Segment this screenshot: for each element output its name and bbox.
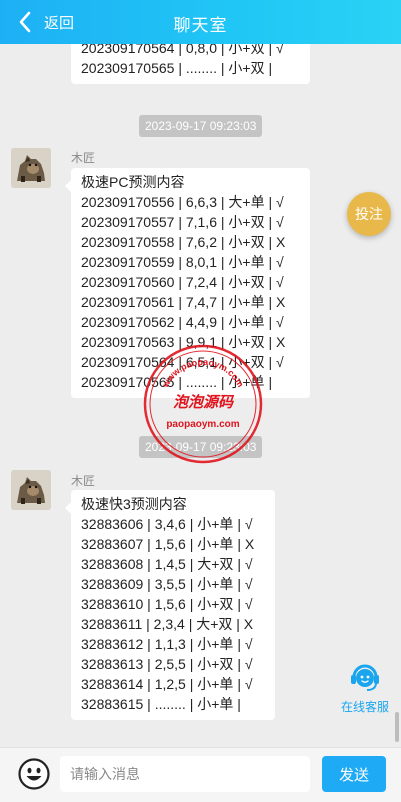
message-line: 32883608 | 1,4,5 | 大+双 | √ [81, 556, 253, 572]
dog-avatar-icon [11, 470, 51, 510]
message-line: 202309170565 | ........ | 小+双 | [81, 60, 273, 76]
dog-avatar-icon [11, 148, 51, 188]
message-line: 202309170561 | 7,4,7 | 小+单 | X [81, 294, 286, 310]
message-line: 202309170564 | 0,8,0 | 小+双 | √ [81, 44, 284, 56]
online-service-label: 在线客服 [340, 700, 389, 714]
message-timestamp: 2023-09-17 09:23:03 [139, 436, 263, 458]
send-button[interactable]: 发送 [322, 756, 386, 792]
message-line: 202309170559 | 8,0,1 | 小+单 | √ [81, 254, 284, 270]
message-input[interactable] [60, 756, 310, 792]
sender-name: 木匠 [71, 151, 96, 165]
avatar [11, 470, 51, 510]
message-line: 202309170565 | ........ | 小+单 | [81, 374, 273, 390]
message-bubble: 极速PC预测内容 202309170556 | 6,6,3 | 大+单 | √ … [65, 168, 310, 398]
page-title: 聊天室 [173, 16, 228, 35]
online-service-button[interactable]: 在线客服 [330, 658, 400, 722]
message-line: 202309170558 | 7,6,2 | 小+双 | X [81, 234, 286, 250]
message-line: 极速PC预测内容 [81, 174, 185, 190]
message-line: 32883607 | 1,5,6 | 小+单 | X [81, 536, 255, 552]
message-line: 202309170562 | 4,4,9 | 小+单 | √ [81, 314, 284, 330]
message-line: 32883614 | 1,2,5 | 小+单 | √ [81, 676, 253, 692]
message-line: 32883609 | 3,5,5 | 小+单 | √ [81, 576, 253, 592]
message-line: 32883615 | ........ | 小+单 | [81, 696, 241, 712]
bet-button[interactable]: 投注 [347, 192, 391, 236]
header-bar: 返回 聊天室 [0, 0, 401, 44]
message-line: 32883611 | 2,3,4 | 大+双 | X [81, 616, 254, 632]
message-bubble: 202309170564 | 0,8,0 | 小+双 | √ 202309170… [71, 44, 310, 84]
message-line: 极速快3预测内容 [81, 496, 187, 512]
chat-area[interactable]: 202309170564 | 0,8,0 | 小+双 | √ 202309170… [0, 44, 401, 747]
message-line: 32883610 | 1,5,6 | 小+双 | √ [81, 596, 253, 612]
input-bar: 发送 [0, 747, 401, 802]
smiley-icon[interactable] [18, 758, 50, 790]
sender-name: 木匠 [71, 474, 96, 488]
message-line: 202309170556 | 6,6,3 | 大+单 | √ [81, 194, 284, 210]
message-line: 32883606 | 3,4,6 | 小+单 | √ [81, 516, 253, 532]
message-line: 202309170564 | 6,5,1 | 小+双 | √ [81, 354, 284, 370]
message-line: 202309170557 | 7,1,6 | 小+双 | √ [81, 214, 284, 230]
message-bubble: 极速快3预测内容 32883606 | 3,4,6 | 小+单 | √ 3288… [65, 490, 275, 720]
message-line: 32883612 | 1,1,3 | 小+单 | √ [81, 636, 253, 652]
avatar [11, 148, 51, 188]
headset-icon [351, 664, 379, 691]
message-line: 202309170563 | 9,9,1 | 小+双 | X [81, 334, 286, 350]
message-timestamp: 2023-09-17 09:23:03 [139, 115, 263, 137]
message-line: 32883613 | 2,5,5 | 小+双 | √ [81, 656, 253, 672]
message-line: 202309170560 | 7,2,4 | 小+双 | √ [81, 274, 284, 290]
